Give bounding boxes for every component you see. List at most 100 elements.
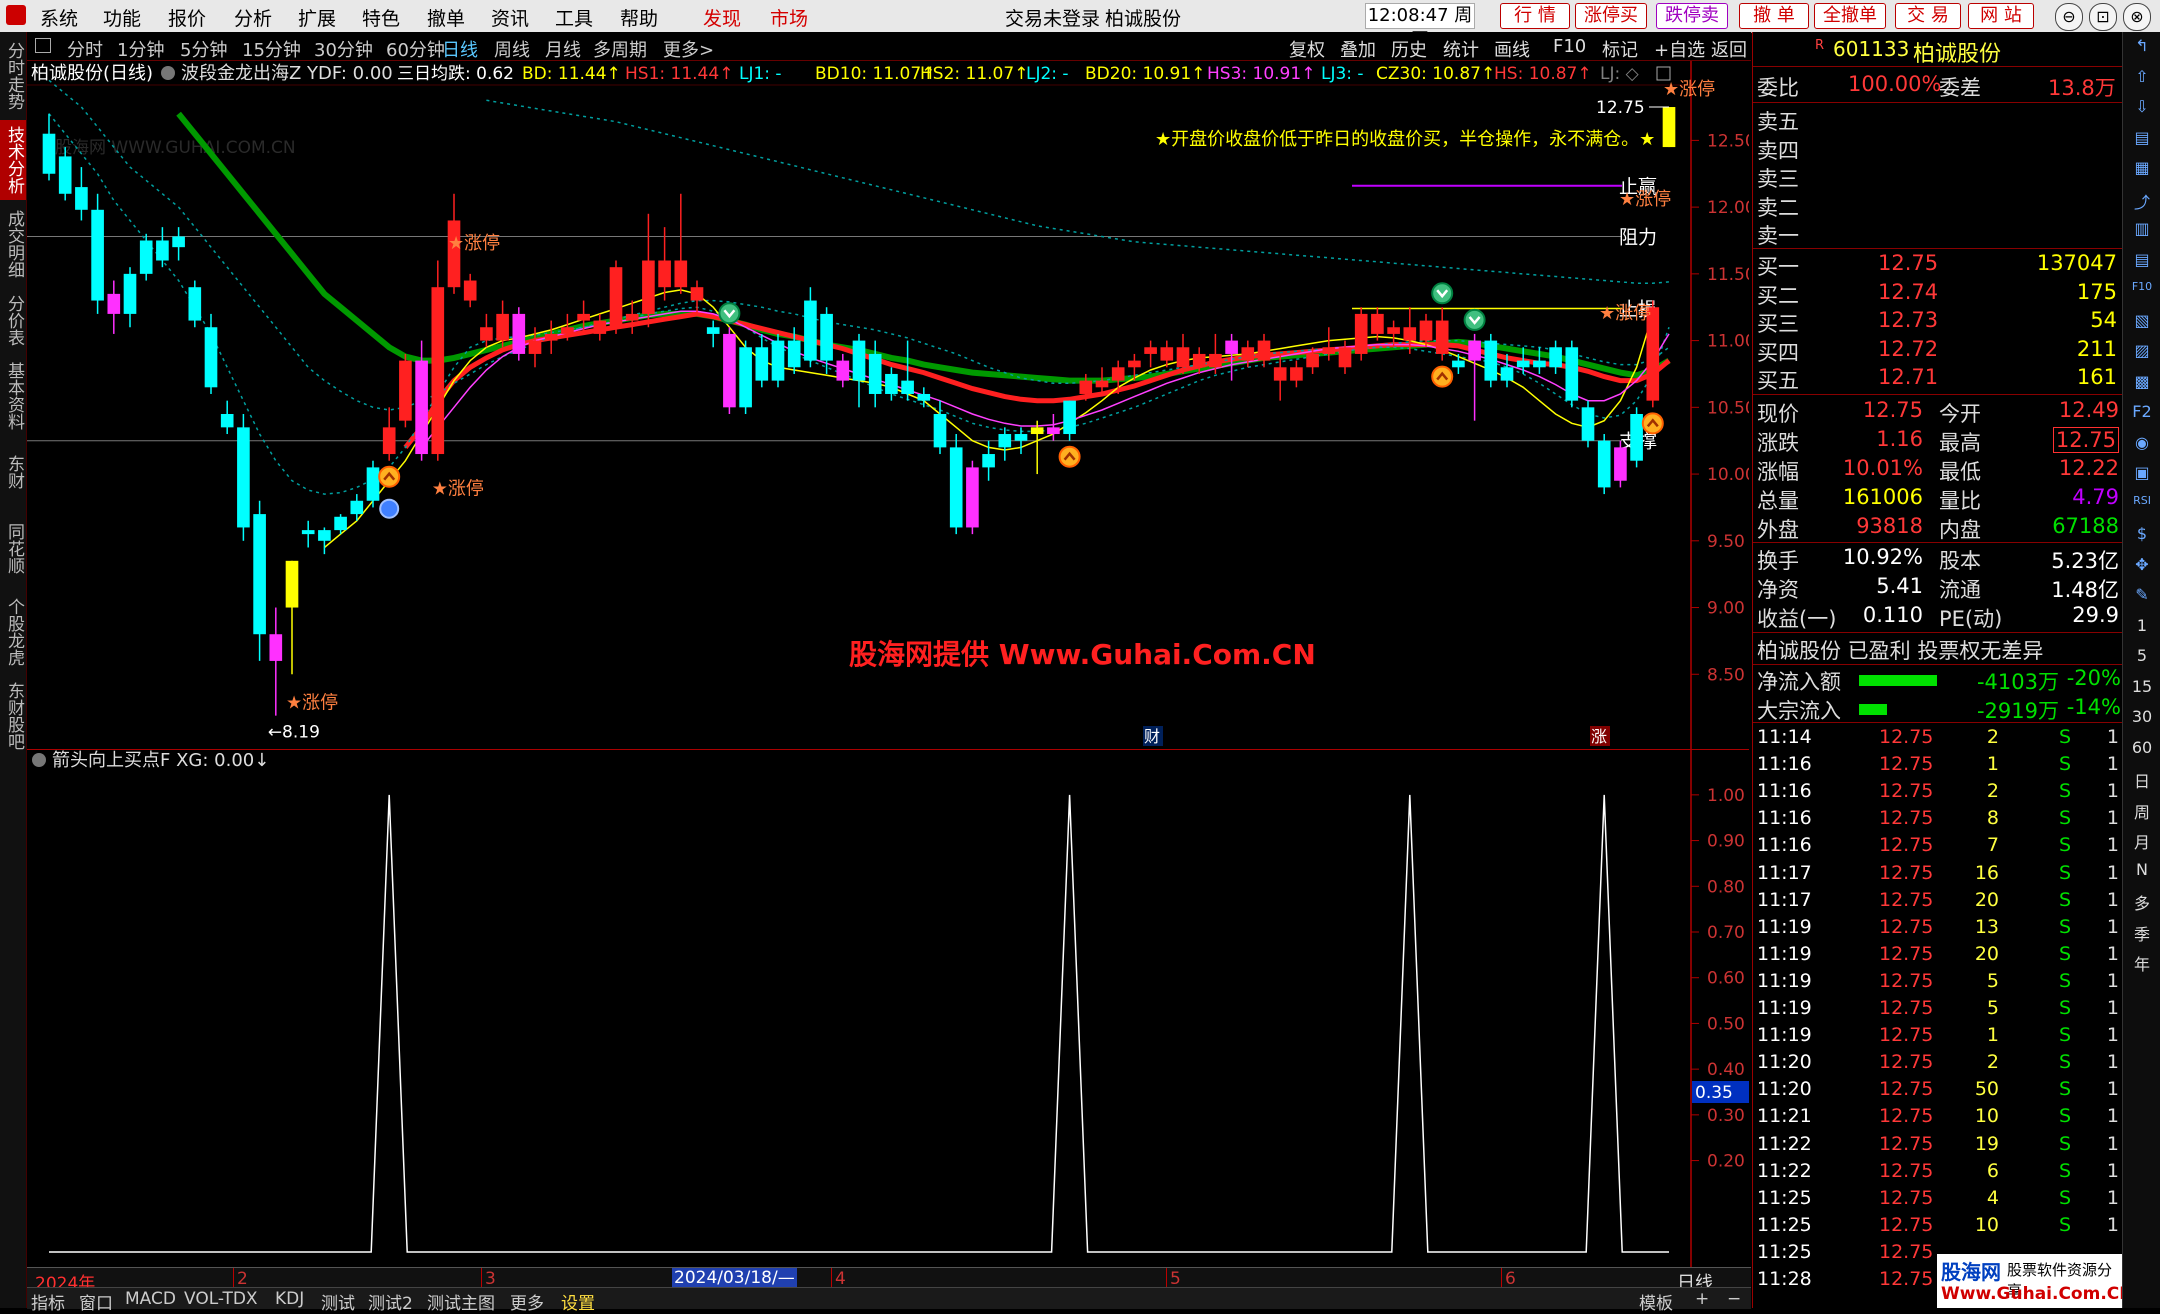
left-tab[interactable]: 成交明细 bbox=[0, 204, 26, 284]
toolbar-icon[interactable]: ▩ bbox=[2129, 372, 2155, 398]
menu-highlight-item[interactable]: 发现 bbox=[703, 4, 741, 31]
chart-tool-tab[interactable]: 返回 bbox=[1711, 36, 1747, 62]
left-tab[interactable]: 东财10 bbox=[0, 440, 26, 504]
toolbar-icon[interactable]: ⇧ bbox=[2129, 67, 2155, 93]
toolbar-icon[interactable]: ▨ bbox=[2129, 341, 2155, 367]
top-action-button[interactable]: 撤 单 bbox=[1739, 3, 1809, 29]
indicator-tab[interactable]: 指标 bbox=[31, 1289, 65, 1314]
period-tab[interactable]: 5分钟 bbox=[180, 36, 227, 62]
period-tab[interactable]: 周线 bbox=[494, 36, 530, 62]
left-tab[interactable]: 分时走势 bbox=[0, 36, 26, 116]
toolbar-icon[interactable]: F10 bbox=[2129, 280, 2155, 306]
close-icon[interactable]: ⊗ bbox=[2123, 3, 2151, 31]
toolbar-icon[interactable]: 季 bbox=[2129, 921, 2155, 947]
period-tab[interactable]: 60分钟 bbox=[386, 36, 445, 62]
left-tab[interactable]: 技术分析 bbox=[0, 120, 26, 200]
indicator-tab[interactable]: 窗口 bbox=[79, 1289, 113, 1314]
toolbar-icon[interactable]: F2 bbox=[2129, 402, 2155, 428]
toolbar-icon[interactable]: ▤ bbox=[2129, 128, 2155, 154]
toolbar-icon[interactable]: 5 bbox=[2129, 646, 2155, 672]
menu-item[interactable]: 报价 bbox=[168, 4, 206, 31]
indicator-tab[interactable]: 更多 bbox=[510, 1289, 544, 1314]
indicator-tab[interactable]: 测试 bbox=[321, 1289, 355, 1314]
menu-highlight-item[interactable]: 市场 bbox=[770, 4, 808, 31]
period-tab[interactable]: 分时 bbox=[67, 36, 103, 62]
toolbar-icon[interactable]: ▣ bbox=[2129, 463, 2155, 489]
chart-tool-tab[interactable]: 复权 bbox=[1289, 36, 1325, 62]
toolbar-icon[interactable]: N bbox=[2129, 860, 2155, 886]
left-tab[interactable]: 分价表 bbox=[0, 288, 26, 352]
indicator-tab[interactable]: 测试2 bbox=[368, 1289, 413, 1314]
menu-item[interactable]: 特色 bbox=[362, 4, 400, 31]
menu-item[interactable]: 撤单 bbox=[427, 4, 465, 31]
left-tab[interactable]: 同花顺10 bbox=[0, 508, 26, 588]
remove-window-icon[interactable]: − bbox=[1727, 1289, 1741, 1309]
toolbar-icon[interactable]: 周 bbox=[2129, 799, 2155, 825]
menu-item[interactable]: 工具 bbox=[555, 4, 593, 31]
toolbar-icon[interactable]: 1 bbox=[2129, 616, 2155, 642]
minimize-icon[interactable]: ⊖ bbox=[2055, 3, 2083, 31]
toolbar-icon[interactable]: 多 bbox=[2129, 890, 2155, 916]
left-tab[interactable]: 东财股吧 bbox=[0, 676, 26, 756]
kline-chart[interactable]: 柏诚股份(日线) 波段金龙出海Z YDF: 0.00 三日均跌: 0.62 BD: 1… bbox=[27, 61, 1749, 749]
menu-item[interactable]: 功能 bbox=[103, 4, 141, 31]
add-window-icon[interactable]: + bbox=[1695, 1289, 1709, 1309]
toolbar-icon[interactable]: $ bbox=[2129, 524, 2155, 550]
period-tab[interactable]: 多周期 bbox=[593, 36, 647, 62]
template-tab[interactable]: 模板 bbox=[1639, 1289, 1673, 1314]
kline-svg[interactable]: 柏诚股份(日线) 波段金龙出海Z YDF: 0.00 三日均跌: 0.62 BD: 1… bbox=[27, 61, 1749, 749]
top-action-button[interactable]: 涨停买 bbox=[1575, 3, 1647, 29]
menu-item[interactable]: 帮助 bbox=[620, 4, 658, 31]
toolbar-icon[interactable]: RSI bbox=[2129, 494, 2155, 520]
toolbar-icon[interactable]: ◉ bbox=[2129, 433, 2155, 459]
toolbar-icon[interactable]: 月 bbox=[2129, 829, 2155, 855]
toggle-panel-icon[interactable] bbox=[35, 38, 51, 53]
period-tab[interactable]: 30分钟 bbox=[314, 36, 373, 62]
period-tab[interactable]: 15分钟 bbox=[242, 36, 301, 62]
top-action-button[interactable]: 全撤单 bbox=[1814, 3, 1886, 29]
left-tab[interactable]: 个股龙虎 bbox=[0, 592, 26, 672]
period-tab[interactable]: 更多> bbox=[663, 36, 714, 62]
toolbar-icon[interactable]: ▦ bbox=[2129, 158, 2155, 184]
indicator-svg[interactable]: 箭头向上买点F XG: 0.00↓ 1.00 0.90 0.80 0.70 0.60 0.5… bbox=[27, 750, 1749, 1268]
menu-item[interactable]: 系统 bbox=[40, 4, 78, 31]
top-action-button[interactable]: 跌停卖 bbox=[1656, 3, 1728, 29]
chart-tool-tab[interactable]: 统计 bbox=[1443, 36, 1479, 62]
chart-tool-tab[interactable]: 标记 bbox=[1602, 36, 1638, 62]
left-tab[interactable]: 基本资料 bbox=[0, 356, 26, 436]
indicator-tab[interactable]: VOL-TDX bbox=[184, 1289, 258, 1309]
period-tab[interactable]: 月线 bbox=[545, 36, 581, 62]
chart-tool-tab[interactable]: +自选 bbox=[1654, 36, 1705, 62]
toolbar-icon[interactable]: ⇩ bbox=[2129, 97, 2155, 123]
indicator-tab[interactable]: KDJ bbox=[275, 1289, 304, 1309]
toolbar-icon[interactable]: 15 bbox=[2129, 677, 2155, 703]
toolbar-icon[interactable]: ▧ bbox=[2129, 311, 2155, 337]
top-action-button[interactable]: 网 站 bbox=[1968, 3, 2034, 29]
indicator-chart[interactable]: 箭头向上买点F XG: 0.00↓ 1.00 0.90 0.80 0.70 0.60 0.5… bbox=[27, 749, 1749, 1268]
chart-tool-tab[interactable]: 叠加 bbox=[1340, 36, 1376, 62]
restore-icon[interactable]: ⊡ bbox=[2089, 3, 2117, 31]
toolbar-icon[interactable]: 30 bbox=[2129, 707, 2155, 733]
toolbar-icon[interactable]: ↰ bbox=[2129, 36, 2155, 62]
top-action-button[interactable]: 行 情 bbox=[1500, 3, 1570, 29]
menu-item[interactable]: 资讯 bbox=[491, 4, 529, 31]
period-tab[interactable]: 1分钟 bbox=[117, 36, 164, 62]
top-action-button[interactable]: 交 易 bbox=[1895, 3, 1961, 29]
toolbar-icon[interactable]: ✥ bbox=[2129, 555, 2155, 581]
chart-tool-tab[interactable]: 历史 bbox=[1391, 36, 1427, 62]
menu-item[interactable]: 扩展 bbox=[298, 4, 336, 31]
chart-tool-tab[interactable]: 画线 bbox=[1494, 36, 1530, 62]
period-tab[interactable]: 日线 bbox=[442, 36, 478, 62]
toolbar-icon[interactable]: ✎ bbox=[2129, 585, 2155, 611]
toolbar-icon[interactable]: ▤ bbox=[2129, 250, 2155, 276]
toolbar-icon[interactable]: 日 bbox=[2129, 768, 2155, 794]
toolbar-icon[interactable]: ▥ bbox=[2129, 219, 2155, 245]
chart-tool-tab[interactable]: F10 bbox=[1553, 36, 1586, 57]
toolbar-icon[interactable]: 年 bbox=[2129, 951, 2155, 977]
toolbar-icon[interactable]: 60 bbox=[2129, 738, 2155, 764]
indicator-tab[interactable]: 测试主图 bbox=[427, 1289, 495, 1314]
toolbar-icon[interactable]: ⤴ bbox=[2129, 189, 2155, 215]
indicator-tab[interactable]: MACD bbox=[125, 1289, 176, 1309]
indicator-tab[interactable]: 设置 bbox=[561, 1289, 595, 1314]
menu-item[interactable]: 分析 bbox=[234, 4, 272, 31]
